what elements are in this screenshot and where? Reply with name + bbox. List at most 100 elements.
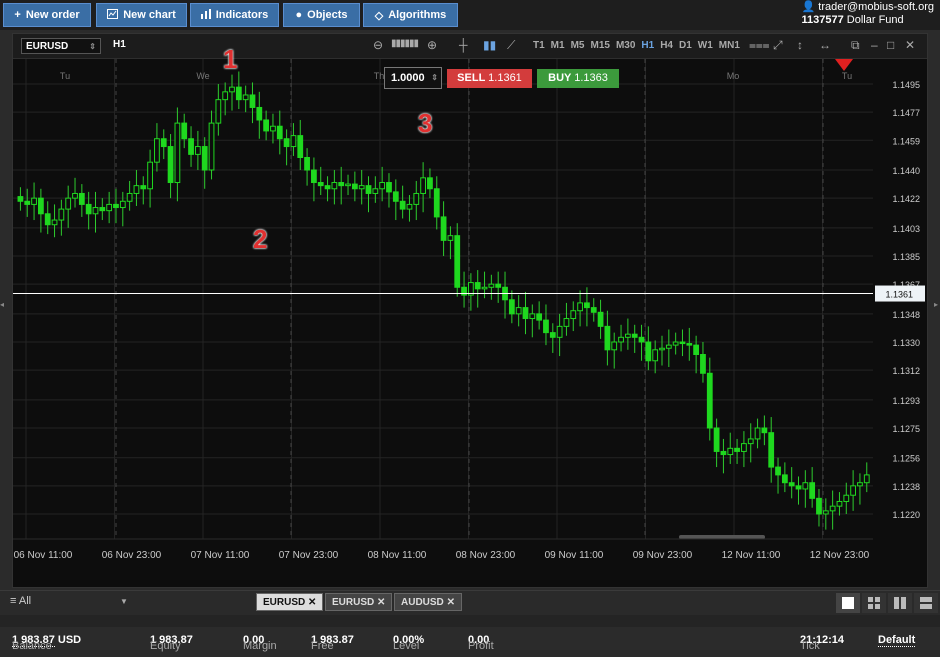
tick: Tick 21:12:14 [800, 634, 845, 652]
close-icon[interactable]: ✕ [308, 597, 316, 608]
chart-icon [107, 8, 119, 22]
minimize-icon[interactable]: – [871, 38, 878, 52]
x-tick-label: 08 Nov 11:00 [368, 550, 427, 561]
candle [208, 122, 215, 171]
bar-chart-icon[interactable]: ┼ [459, 38, 468, 52]
indicators-button[interactable]: Indicators [190, 3, 279, 27]
candle [775, 466, 781, 476]
candle [549, 332, 556, 338]
day-label: Mo [727, 71, 740, 81]
candle [543, 319, 549, 334]
candle [427, 177, 433, 190]
timeframe-m1[interactable]: M1 [551, 40, 565, 51]
close-icon[interactable]: ✕ [447, 597, 455, 608]
y-tick-label: 1.1422 [892, 194, 920, 204]
horizontal-scrollbar[interactable] [679, 535, 765, 539]
timeframe-h1[interactable]: H1 [641, 40, 654, 51]
layout-columns-icon[interactable] [888, 593, 912, 613]
x-tick-label: 12 Nov 23:00 [810, 550, 870, 561]
timeframe-h4[interactable]: H4 [660, 40, 673, 51]
left-expand-icon[interactable]: ◂ [0, 300, 6, 316]
candle [761, 427, 768, 434]
candle [788, 482, 795, 487]
tab-audusd[interactable]: AUDUSD ✕ [394, 593, 462, 611]
timeframe-m15[interactable]: M15 [590, 40, 609, 51]
zoom-slider[interactable]: ▮▮▮▮▮▮ [391, 38, 419, 49]
sell-button[interactable]: SELL 1.1361 [447, 69, 532, 88]
user-icon: 👤 [801, 1, 816, 13]
candle [215, 99, 222, 124]
candle-chart-icon[interactable]: ▮▮ [483, 38, 496, 52]
popout-icon[interactable]: ⧉ [851, 38, 860, 53]
candle [392, 191, 399, 202]
candle [331, 182, 338, 190]
timeframe-t1[interactable]: T1 [533, 40, 545, 51]
candle [700, 354, 706, 374]
spinner-icon[interactable]: ⇕ [431, 68, 438, 88]
candle [365, 185, 372, 194]
zoom-out-icon[interactable]: ⊖ [373, 38, 383, 52]
y-tick-label: 1.1330 [892, 338, 920, 348]
right-expand-icon[interactable]: ▸ [934, 300, 940, 316]
candle [242, 94, 249, 101]
marker-triangle-icon[interactable] [835, 59, 853, 71]
timeframe-w1[interactable]: W1 [698, 40, 713, 51]
tab-eurusd[interactable]: EURUSD ✕ [325, 593, 393, 611]
candle [652, 349, 659, 362]
objects-button[interactable]: ● Objects [283, 3, 360, 27]
maximize-icon[interactable]: □ [887, 38, 894, 52]
timeframe-m5[interactable]: M5 [571, 40, 585, 51]
candle [857, 482, 863, 487]
symbol-select[interactable]: EURUSD ⇕ [21, 38, 101, 54]
fit-icon[interactable]: ⩶ [749, 38, 770, 53]
expand-icon[interactable]: ⤢ [773, 38, 783, 53]
layout-rows-icon[interactable] [914, 593, 938, 613]
line-chart-icon[interactable]: ⟋ [507, 38, 515, 53]
status-bar: Balance 1 983.87 USD Equity 1 983.87 Mar… [0, 628, 940, 654]
zoom-in-icon[interactable]: ⊕ [427, 38, 437, 52]
new-chart-button[interactable]: New chart [96, 3, 187, 27]
quantity-input[interactable]: 1.0000 ⇕ [384, 67, 442, 89]
candle [119, 200, 126, 209]
candle [304, 157, 310, 171]
account-info[interactable]: 👤 trader@mobius-soft.org 1137577 Dollar … [802, 1, 934, 27]
price-axis[interactable]: 1.1495 1.1477 1.1459 1.1440 1.1422 1.1403 1.13… [873, 59, 927, 564]
close-icon[interactable]: ✕ [377, 597, 385, 608]
candle [249, 94, 256, 108]
buy-button[interactable]: BUY 1.1363 [537, 69, 619, 88]
tab-eurusd-active[interactable]: EURUSD ✕ [256, 593, 324, 611]
layout-single-icon[interactable] [836, 593, 860, 613]
day-label: Th [374, 71, 385, 81]
x-tick-label: 06 Nov 23:00 [102, 550, 162, 561]
timeframe-m30[interactable]: M30 [616, 40, 635, 51]
timeframe-d1[interactable]: D1 [679, 40, 692, 51]
close-icon[interactable]: ✕ [905, 38, 915, 52]
candle [727, 447, 734, 456]
candle [338, 182, 345, 187]
timeframe-mn1[interactable]: MN1 [719, 40, 740, 51]
candle [133, 185, 140, 194]
price-chart[interactable]: Tu We Th Mo Tu 06 Nov 11:00 06 Nov 23:00 07 Nov… [13, 59, 873, 564]
level: Level 0.00% [393, 634, 425, 652]
candle [317, 182, 324, 187]
candle [126, 192, 133, 202]
vertical-scale-icon[interactable]: ↕ [797, 38, 803, 52]
layout-grid-icon[interactable] [862, 593, 886, 613]
candle [17, 196, 24, 202]
algorithms-button[interactable]: ◇ Algorithms [363, 3, 458, 27]
new-order-button[interactable]: + New order [3, 3, 91, 27]
candle [836, 500, 843, 507]
x-tick-label: 08 Nov 23:00 [456, 550, 516, 561]
candle [31, 197, 37, 205]
horizontal-scale-icon[interactable]: ↔ [819, 38, 831, 52]
filter-select[interactable]: ≡ All ▼ [10, 595, 128, 607]
y-tick-label: 1.1220 [892, 510, 920, 520]
candle [679, 341, 686, 345]
candle [99, 207, 106, 212]
default-profile[interactable]: Default [878, 634, 916, 647]
candle [276, 125, 283, 140]
candle [235, 86, 242, 101]
candle [65, 197, 72, 210]
x-tick-label: 09 Nov 23:00 [633, 550, 693, 561]
candle [556, 325, 563, 338]
